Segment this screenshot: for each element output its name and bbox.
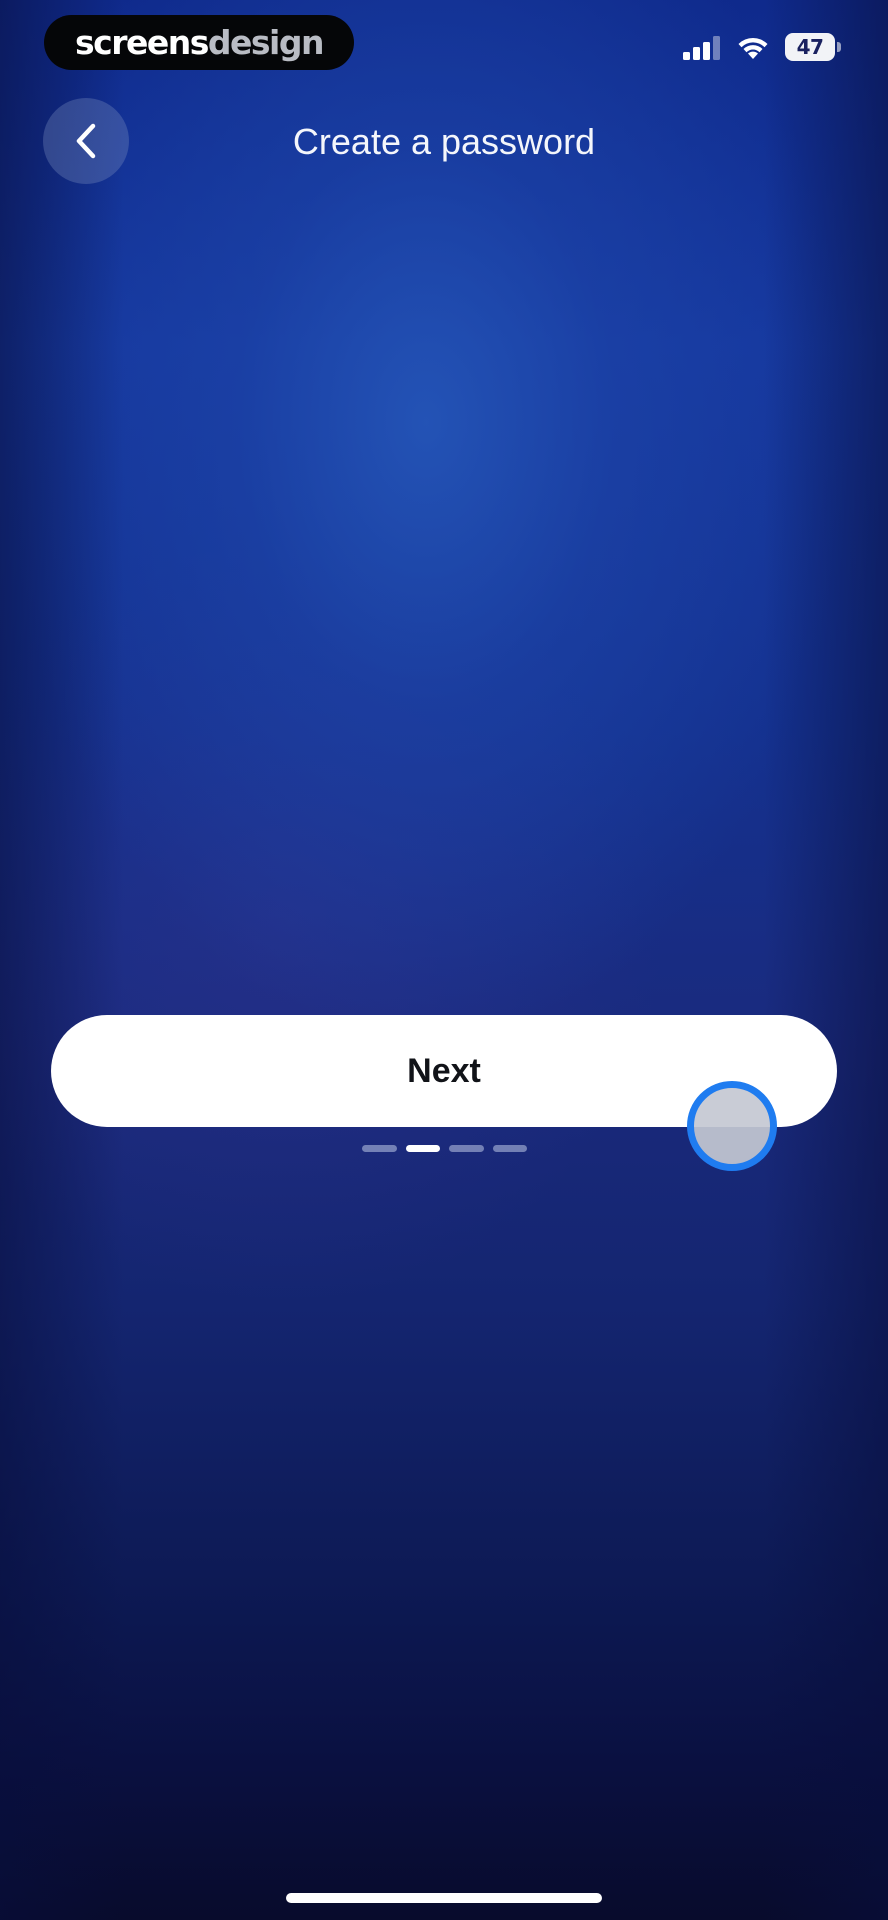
status-bar: screens design 47 [0, 0, 888, 100]
background-vignette [0, 0, 888, 1920]
page-indicator-dot [449, 1145, 484, 1152]
battery-tip [837, 42, 841, 52]
battery-level: 47 [785, 33, 835, 61]
page-title: Create a password [292, 121, 596, 162]
page-indicator-dot [362, 1145, 397, 1152]
brand-text-primary: screens [75, 23, 209, 62]
home-indicator[interactable] [286, 1893, 602, 1903]
battery-icon: 47 [785, 33, 841, 61]
signal-icon [683, 36, 720, 60]
touch-indicator [687, 1081, 777, 1171]
wifi-icon [738, 37, 768, 59]
brand-text-secondary: design [207, 23, 325, 62]
page-indicator-dot [492, 1145, 527, 1152]
page-indicator [362, 1145, 527, 1153]
brand-watermark: screens design [44, 15, 354, 70]
page-indicator-dot-active [405, 1145, 440, 1152]
